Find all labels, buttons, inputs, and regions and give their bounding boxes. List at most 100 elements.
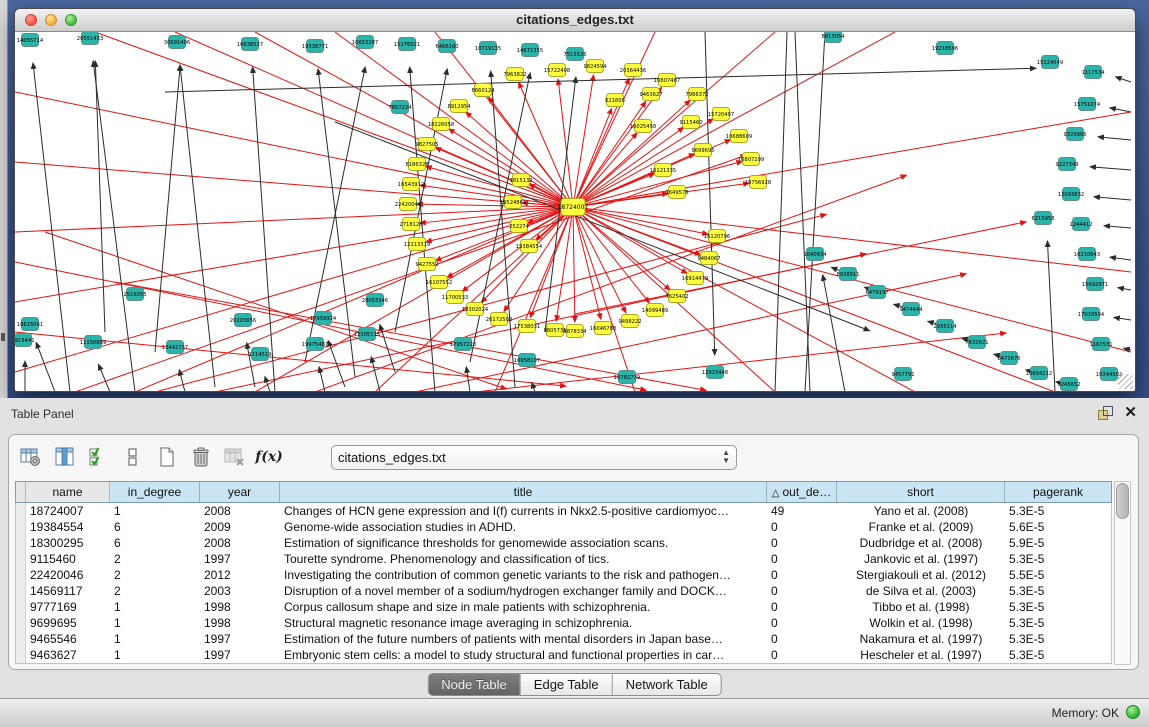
cell-title[interactable]: Investigating the contribution of common…: [280, 567, 767, 583]
tab-network-table[interactable]: Network Table: [613, 674, 721, 695]
cell-year[interactable]: 2008: [200, 535, 280, 551]
cell-short[interactable]: Jankovic et al. (1997): [837, 551, 1005, 567]
graph-node[interactable]: 1114519: [248, 348, 271, 361]
cell-short[interactable]: de Silva et al. (2003): [837, 583, 1005, 599]
cell-out_degree[interactable]: 0: [767, 631, 837, 647]
minimize-window-button[interactable]: [45, 14, 57, 26]
graph-node[interactable]: 20364436: [620, 64, 646, 77]
cell-out_degree[interactable]: 0: [767, 583, 837, 599]
graph-node[interactable]: 15722408: [544, 64, 570, 77]
graph-node[interactable]: 18615061: [17, 318, 43, 331]
graph-node[interactable]: 15720407: [708, 108, 734, 121]
column-header-title[interactable]: title: [280, 482, 767, 502]
zoom-window-button[interactable]: [65, 14, 77, 26]
column-header-year[interactable]: year: [200, 482, 280, 502]
cell-year[interactable]: 2008: [200, 503, 280, 519]
graph-node[interactable]: 9474444: [899, 303, 923, 316]
cell-out_degree[interactable]: 0: [767, 551, 837, 567]
cell-pagerank[interactable]: 5.3E-5: [1005, 647, 1111, 663]
graph-node[interactable]: 8186328: [405, 158, 428, 171]
delete-column-icon[interactable]: [189, 445, 213, 469]
graph-node[interactable]: 1640934: [803, 248, 827, 261]
cell-year[interactable]: 1998: [200, 615, 280, 631]
graph-node[interactable]: 22420046: [395, 198, 421, 211]
cell-pagerank[interactable]: 5.3E-5: [1005, 615, 1111, 631]
cell-pagerank[interactable]: 5.3E-5: [1005, 583, 1111, 599]
cell-year[interactable]: 1998: [200, 599, 280, 615]
column-header-short[interactable]: short: [837, 482, 1005, 502]
column-header-in_degree[interactable]: in_degree: [110, 482, 200, 502]
graph-node[interactable]: 15276021: [394, 38, 420, 51]
cell-name[interactable]: 18300295: [26, 535, 110, 551]
table-mode-icon[interactable]: [19, 445, 43, 469]
table-scrollbar-thumb[interactable]: [1116, 483, 1129, 519]
graph-node[interactable]: 10654112: [1026, 367, 1052, 380]
rows-toggle-icon[interactable]: [121, 445, 145, 469]
cell-out_degree[interactable]: 0: [767, 519, 837, 535]
cell-gutter[interactable]: [16, 567, 26, 583]
network-window[interactable]: citations_edges.txt 18724007796382286601…: [14, 8, 1136, 392]
cell-out_degree[interactable]: 0: [767, 535, 837, 551]
table-row[interactable]: 977716911998Corpus callosum shape and si…: [16, 599, 1111, 615]
graph-node[interactable]: 16782739: [614, 371, 640, 384]
delete-table-icon[interactable]: [223, 445, 247, 469]
column-header-_gutter[interactable]: [16, 482, 26, 502]
select-columns-icon[interactable]: [53, 445, 77, 469]
graph-node[interactable]: 9824594: [583, 60, 607, 73]
graph-node[interactable]: 10688609: [726, 130, 752, 143]
cell-gutter[interactable]: [16, 599, 26, 615]
graph-node[interactable]: 9457791: [891, 368, 914, 381]
graph-node[interactable]: 17016504: [1078, 308, 1105, 321]
graph-node[interactable]: 9484067: [697, 252, 720, 265]
graph-node[interactable]: 8660124: [471, 84, 495, 97]
graph-node[interactable]: 10025458: [630, 120, 656, 133]
cell-short[interactable]: Hescheler et al. (1997): [837, 647, 1005, 663]
network-window-titlebar[interactable]: citations_edges.txt: [15, 9, 1135, 32]
graph-node[interactable]: 621608: [605, 94, 625, 107]
graph-node[interactable]: 9115460: [679, 116, 702, 129]
graph-node[interactable]: 13442737: [162, 341, 188, 354]
graph-node[interactable]: 12213319: [404, 238, 430, 251]
graph-node[interactable]: 7632621: [965, 336, 988, 349]
column-header-name[interactable]: name: [26, 482, 110, 502]
cell-pagerank[interactable]: 5.3E-5: [1005, 631, 1111, 647]
graph-node[interactable]: 17957223: [450, 338, 476, 351]
graph-node[interactable]: 8471676: [997, 352, 1020, 365]
graph-node[interactable]: 9227349: [1055, 158, 1078, 171]
cell-pagerank[interactable]: 5.9E-5: [1005, 535, 1111, 551]
graph-node[interactable]: 11700533: [442, 291, 468, 304]
cell-title[interactable]: Estimation of the future numbers of pati…: [280, 631, 767, 647]
graph-node[interactable]: 2935114: [933, 320, 957, 333]
column-checklist-icon[interactable]: [87, 445, 111, 469]
graph-node[interactable]: 16807299: [738, 153, 764, 166]
graph-node[interactable]: 18724007: [558, 199, 589, 216]
close-panel-icon[interactable]: ✕: [1124, 406, 1137, 420]
cell-year[interactable]: 2012: [200, 567, 280, 583]
memory-ok-indicator[interactable]: [1126, 705, 1140, 719]
graph-node[interactable]: 26172508: [486, 313, 512, 326]
network-canvas[interactable]: 1872400779638228660124891295418226058982…: [15, 32, 1135, 391]
cell-year[interactable]: 1997: [200, 551, 280, 567]
graph-node[interactable]: 16638527: [237, 38, 263, 51]
graph-node[interactable]: 252274: [509, 220, 530, 233]
graph-node[interactable]: 1649576: [665, 186, 688, 199]
graph-node[interactable]: 9245652: [1057, 378, 1080, 391]
cell-short[interactable]: Nakamura et al. (1997): [837, 631, 1005, 647]
cell-name[interactable]: 9699695: [26, 615, 110, 631]
cell-name[interactable]: 9777169: [26, 599, 110, 615]
graph-node[interactable]: 9498222: [618, 315, 641, 328]
cell-year[interactable]: 2003: [200, 583, 280, 599]
cell-gutter[interactable]: [16, 631, 26, 647]
left-panel-edge[interactable]: [0, 0, 8, 398]
cell-short[interactable]: Dudbridge et al. (2008): [837, 535, 1005, 551]
table-row[interactable]: 911546021997Tourette syndrome. Phenomeno…: [16, 551, 1111, 567]
cell-short[interactable]: Wolkin et al. (1998): [837, 615, 1005, 631]
graph-node[interactable]: 7625402: [665, 290, 688, 303]
table-row[interactable]: 946362711997Embryonic stem cells: a mode…: [16, 647, 1111, 663]
graph-node[interactable]: 9827505: [415, 138, 438, 151]
cell-in_degree[interactable]: 1: [110, 503, 200, 519]
cell-gutter[interactable]: [16, 519, 26, 535]
cell-name[interactable]: 14569117: [26, 583, 110, 599]
graph-node[interactable]: 14055714: [17, 34, 44, 47]
cell-in_degree[interactable]: 1: [110, 599, 200, 615]
